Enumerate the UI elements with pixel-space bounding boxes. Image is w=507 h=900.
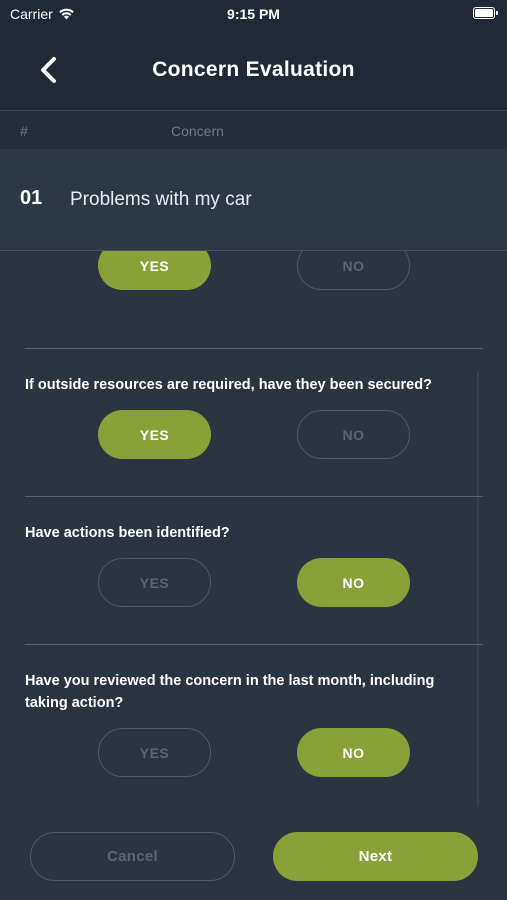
question-4-no-button[interactable]: NO xyxy=(297,728,410,777)
number-column-header: # xyxy=(20,123,28,139)
status-time: 9:15 PM xyxy=(227,6,280,22)
concern-title: Problems with my car xyxy=(70,189,252,210)
concern-row: 01 Problems with my car xyxy=(0,149,507,251)
question-2-text: If outside resources are required, have … xyxy=(25,377,432,393)
table-header: # Concern xyxy=(0,111,507,149)
next-button[interactable]: Next xyxy=(273,832,478,881)
concern-column-header: Concern xyxy=(171,123,224,139)
question-1-no-button[interactable]: NO xyxy=(297,251,410,290)
scrollbar[interactable] xyxy=(477,371,479,806)
top-bar: Carrier 9:15 PM Concern Evaluation xyxy=(0,0,507,111)
question-1-yes-button[interactable]: YES xyxy=(98,251,211,290)
question-2-yes-button[interactable]: YES xyxy=(98,410,211,459)
battery-icon xyxy=(473,7,498,19)
questions-list[interactable]: YES NO If outside resources are required… xyxy=(0,251,507,810)
question-4-yes-button[interactable]: YES xyxy=(98,728,211,777)
question-4-text: Have you reviewed the concern in the las… xyxy=(25,673,435,711)
question-3-yes-button[interactable]: YES xyxy=(98,558,211,607)
question-divider xyxy=(25,644,483,645)
question-2-no-button[interactable]: NO xyxy=(297,410,410,459)
question-3-text: Have actions been identified? xyxy=(25,525,230,541)
status-bar: Carrier 9:15 PM xyxy=(0,0,507,28)
page-title: Concern Evaluation xyxy=(152,58,355,81)
cancel-button[interactable]: Cancel xyxy=(30,832,235,881)
question-divider xyxy=(25,496,483,497)
concern-number: 01 xyxy=(20,187,43,209)
question-3-no-button[interactable]: NO xyxy=(297,558,410,607)
question-divider xyxy=(25,348,483,349)
